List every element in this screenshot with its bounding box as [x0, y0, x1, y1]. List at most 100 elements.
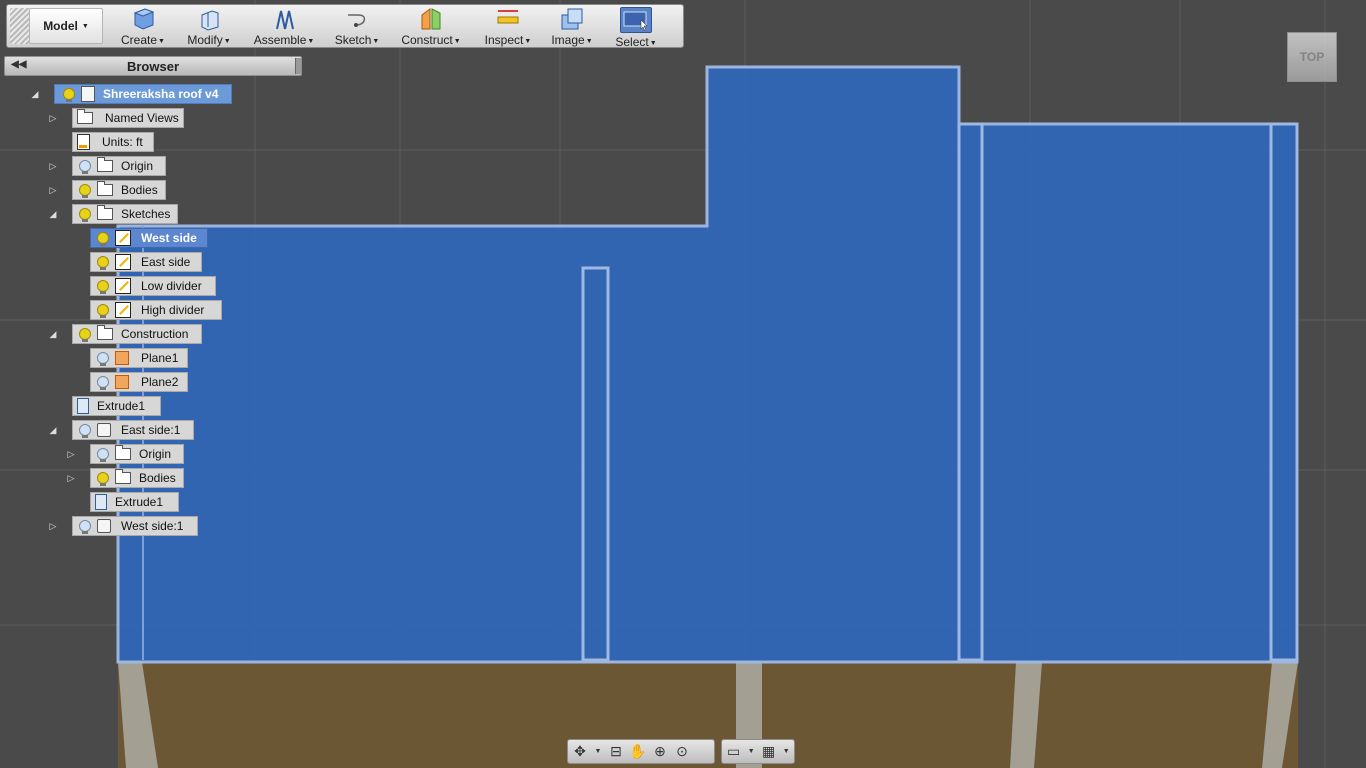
collapse-browser-icon[interactable]: ◀◀ [11, 59, 26, 70]
view-cube[interactable]: TOP [1287, 32, 1337, 82]
tree-node-plane2[interactable]: Plane2 [90, 372, 200, 392]
modify-button[interactable]: Modify▼ [179, 5, 239, 47]
east-extrude-pill[interactable]: Extrude1 [90, 492, 179, 512]
visibility-bulb-icon[interactable] [97, 232, 109, 246]
tree-node-east-extrude[interactable]: Extrude1 [90, 492, 190, 512]
look-at-icon[interactable]: ⊟ [608, 743, 624, 760]
sketch-west-side-pill[interactable]: West side [90, 228, 208, 248]
sketch-low-divider-pill[interactable]: Low divider [90, 276, 216, 296]
visibility-bulb-icon[interactable] [97, 472, 109, 486]
image-button[interactable]: Image▼ [547, 5, 597, 47]
sketch-button[interactable]: Sketch▼ [329, 5, 385, 47]
collapsed-triangle-icon[interactable]: ▷ [66, 449, 76, 459]
bodies-pill[interactable]: Bodies [72, 180, 166, 200]
tree-node-plane1[interactable]: Plane1 [90, 348, 200, 368]
extrude1-pill[interactable]: Extrude1 [72, 396, 161, 416]
visibility-bulb-icon[interactable] [79, 424, 91, 438]
collapsed-triangle-icon[interactable]: ▷ [48, 521, 58, 531]
expanded-triangle-icon[interactable]: ◢ [48, 425, 58, 435]
east-side-component-pill[interactable]: East side:1 [72, 420, 194, 440]
visibility-bulb-icon[interactable] [79, 520, 91, 534]
plane1-pill[interactable]: Plane1 [90, 348, 188, 368]
root-pill[interactable]: Shreeraksha roof v4 [54, 84, 232, 104]
orbit-icon[interactable]: ✥ [572, 743, 588, 760]
expanded-triangle-icon[interactable]: ◢ [48, 329, 58, 339]
visibility-bulb-icon[interactable] [97, 448, 109, 462]
tree-node-bodies[interactable]: ▷ Bodies [48, 180, 248, 200]
units-pill[interactable]: Units: ft [72, 132, 154, 152]
chevron-down-icon: ▼ [81, 22, 89, 30]
display-settings-group: ▭ ▼ ▦ ▼ [721, 739, 795, 764]
toolbar-grip[interactable] [10, 8, 30, 44]
visibility-bulb-icon[interactable] [79, 328, 91, 342]
assemble-button[interactable]: Assemble▼ [249, 5, 319, 47]
construct-label: Construct [401, 33, 453, 47]
chevron-down-icon[interactable]: ▼ [594, 744, 602, 760]
visibility-bulb-icon[interactable] [97, 352, 109, 366]
tree-node-east-origin[interactable]: ▷ Origin [66, 444, 226, 464]
origin-pill[interactable]: Origin [72, 156, 166, 176]
workspace-model-dropdown[interactable]: Model ▼ [29, 8, 103, 44]
construct-button[interactable]: Construct▼ [395, 5, 467, 47]
nav-tools-group: ✥ ▼ ⊟ ✋ ⊕ ⊙ [567, 739, 715, 764]
browser-panel-header[interactable]: ◀◀ Browser [4, 56, 302, 76]
joint-icon [271, 7, 297, 31]
tree-node-sketch-high-divider[interactable]: High divider [90, 300, 230, 320]
tree-node-root[interactable]: ◢ Shreeraksha roof v4 [30, 84, 250, 104]
collapsed-triangle-icon[interactable]: ▷ [48, 161, 58, 171]
tree-node-east-bodies[interactable]: ▷ Bodies [66, 468, 226, 488]
expanded-triangle-icon[interactable]: ◢ [30, 89, 40, 99]
visibility-bulb-icon[interactable] [79, 184, 91, 198]
tree-node-sketch-east-side[interactable]: East side [90, 252, 230, 272]
tree-node-sketches[interactable]: ◢ Sketches [48, 204, 248, 224]
inspect-button[interactable]: Inspect▼ [477, 5, 539, 47]
grid-settings-icon[interactable]: ▦ [761, 743, 776, 760]
sketch-west-side-label: West side [141, 231, 197, 245]
create-button[interactable]: Create▼ [113, 5, 173, 47]
plane2-pill[interactable]: Plane2 [90, 372, 188, 392]
select-button[interactable]: Select▼ [611, 5, 661, 49]
west-side-component-pill[interactable]: West side:1 [72, 516, 198, 536]
collapsed-triangle-icon[interactable]: ▷ [48, 113, 58, 123]
tree-node-east-side-component[interactable]: ◢ East side:1 [48, 420, 248, 440]
visibility-bulb-icon[interactable] [79, 208, 91, 222]
pan-hand-icon[interactable]: ✋ [629, 743, 646, 760]
display-settings-icon[interactable]: ▭ [726, 743, 741, 760]
tree-node-extrude1[interactable]: Extrude1 [72, 396, 172, 416]
sketch-low-divider-label: Low divider [141, 279, 202, 293]
sketch-high-divider-pill[interactable]: High divider [90, 300, 222, 320]
east-origin-pill[interactable]: Origin [90, 444, 184, 464]
sketch-east-side-pill[interactable]: East side [90, 252, 202, 272]
sketches-pill[interactable]: Sketches [72, 204, 178, 224]
sketch-icon [115, 254, 131, 270]
chevron-down-icon[interactable]: ▼ [747, 744, 755, 760]
visibility-bulb-icon[interactable] [79, 160, 91, 174]
construction-pill[interactable]: Construction [72, 324, 202, 344]
create-label: Create [121, 33, 158, 47]
chevron-down-icon: ▼ [453, 38, 461, 45]
named-views-pill[interactable]: Named Views [72, 108, 184, 128]
tree-node-sketch-low-divider[interactable]: Low divider [90, 276, 230, 296]
visibility-bulb-icon[interactable] [97, 280, 109, 294]
collapsed-triangle-icon[interactable]: ▷ [66, 473, 76, 483]
browser-resize-handle[interactable] [295, 58, 301, 74]
collapsed-triangle-icon[interactable]: ▷ [48, 185, 58, 195]
tree-node-sketch-west-side[interactable]: West side [90, 228, 230, 248]
visibility-bulb-icon[interactable] [97, 304, 109, 318]
tree-node-units[interactable]: Units: ft [48, 132, 248, 152]
visibility-bulb-icon[interactable] [97, 256, 109, 270]
zoom-icon[interactable]: ⊕ [652, 743, 668, 760]
render-icon [559, 7, 585, 31]
folder-icon [77, 109, 93, 124]
east-origin-label: Origin [139, 447, 172, 461]
tree-node-origin[interactable]: ▷ Origin [48, 156, 248, 176]
zoom-fit-icon[interactable]: ⊙ [674, 743, 690, 760]
tree-node-construction[interactable]: ◢ Construction [48, 324, 248, 344]
expanded-triangle-icon[interactable]: ◢ [48, 209, 58, 219]
visibility-bulb-icon[interactable] [63, 88, 75, 102]
chevron-down-icon[interactable]: ▼ [782, 744, 790, 760]
tree-node-west-side-component[interactable]: ▷ West side:1 [48, 516, 248, 536]
visibility-bulb-icon[interactable] [97, 376, 109, 390]
east-bodies-pill[interactable]: Bodies [90, 468, 184, 488]
tree-node-named-views[interactable]: ▷ Named Views [48, 108, 248, 128]
